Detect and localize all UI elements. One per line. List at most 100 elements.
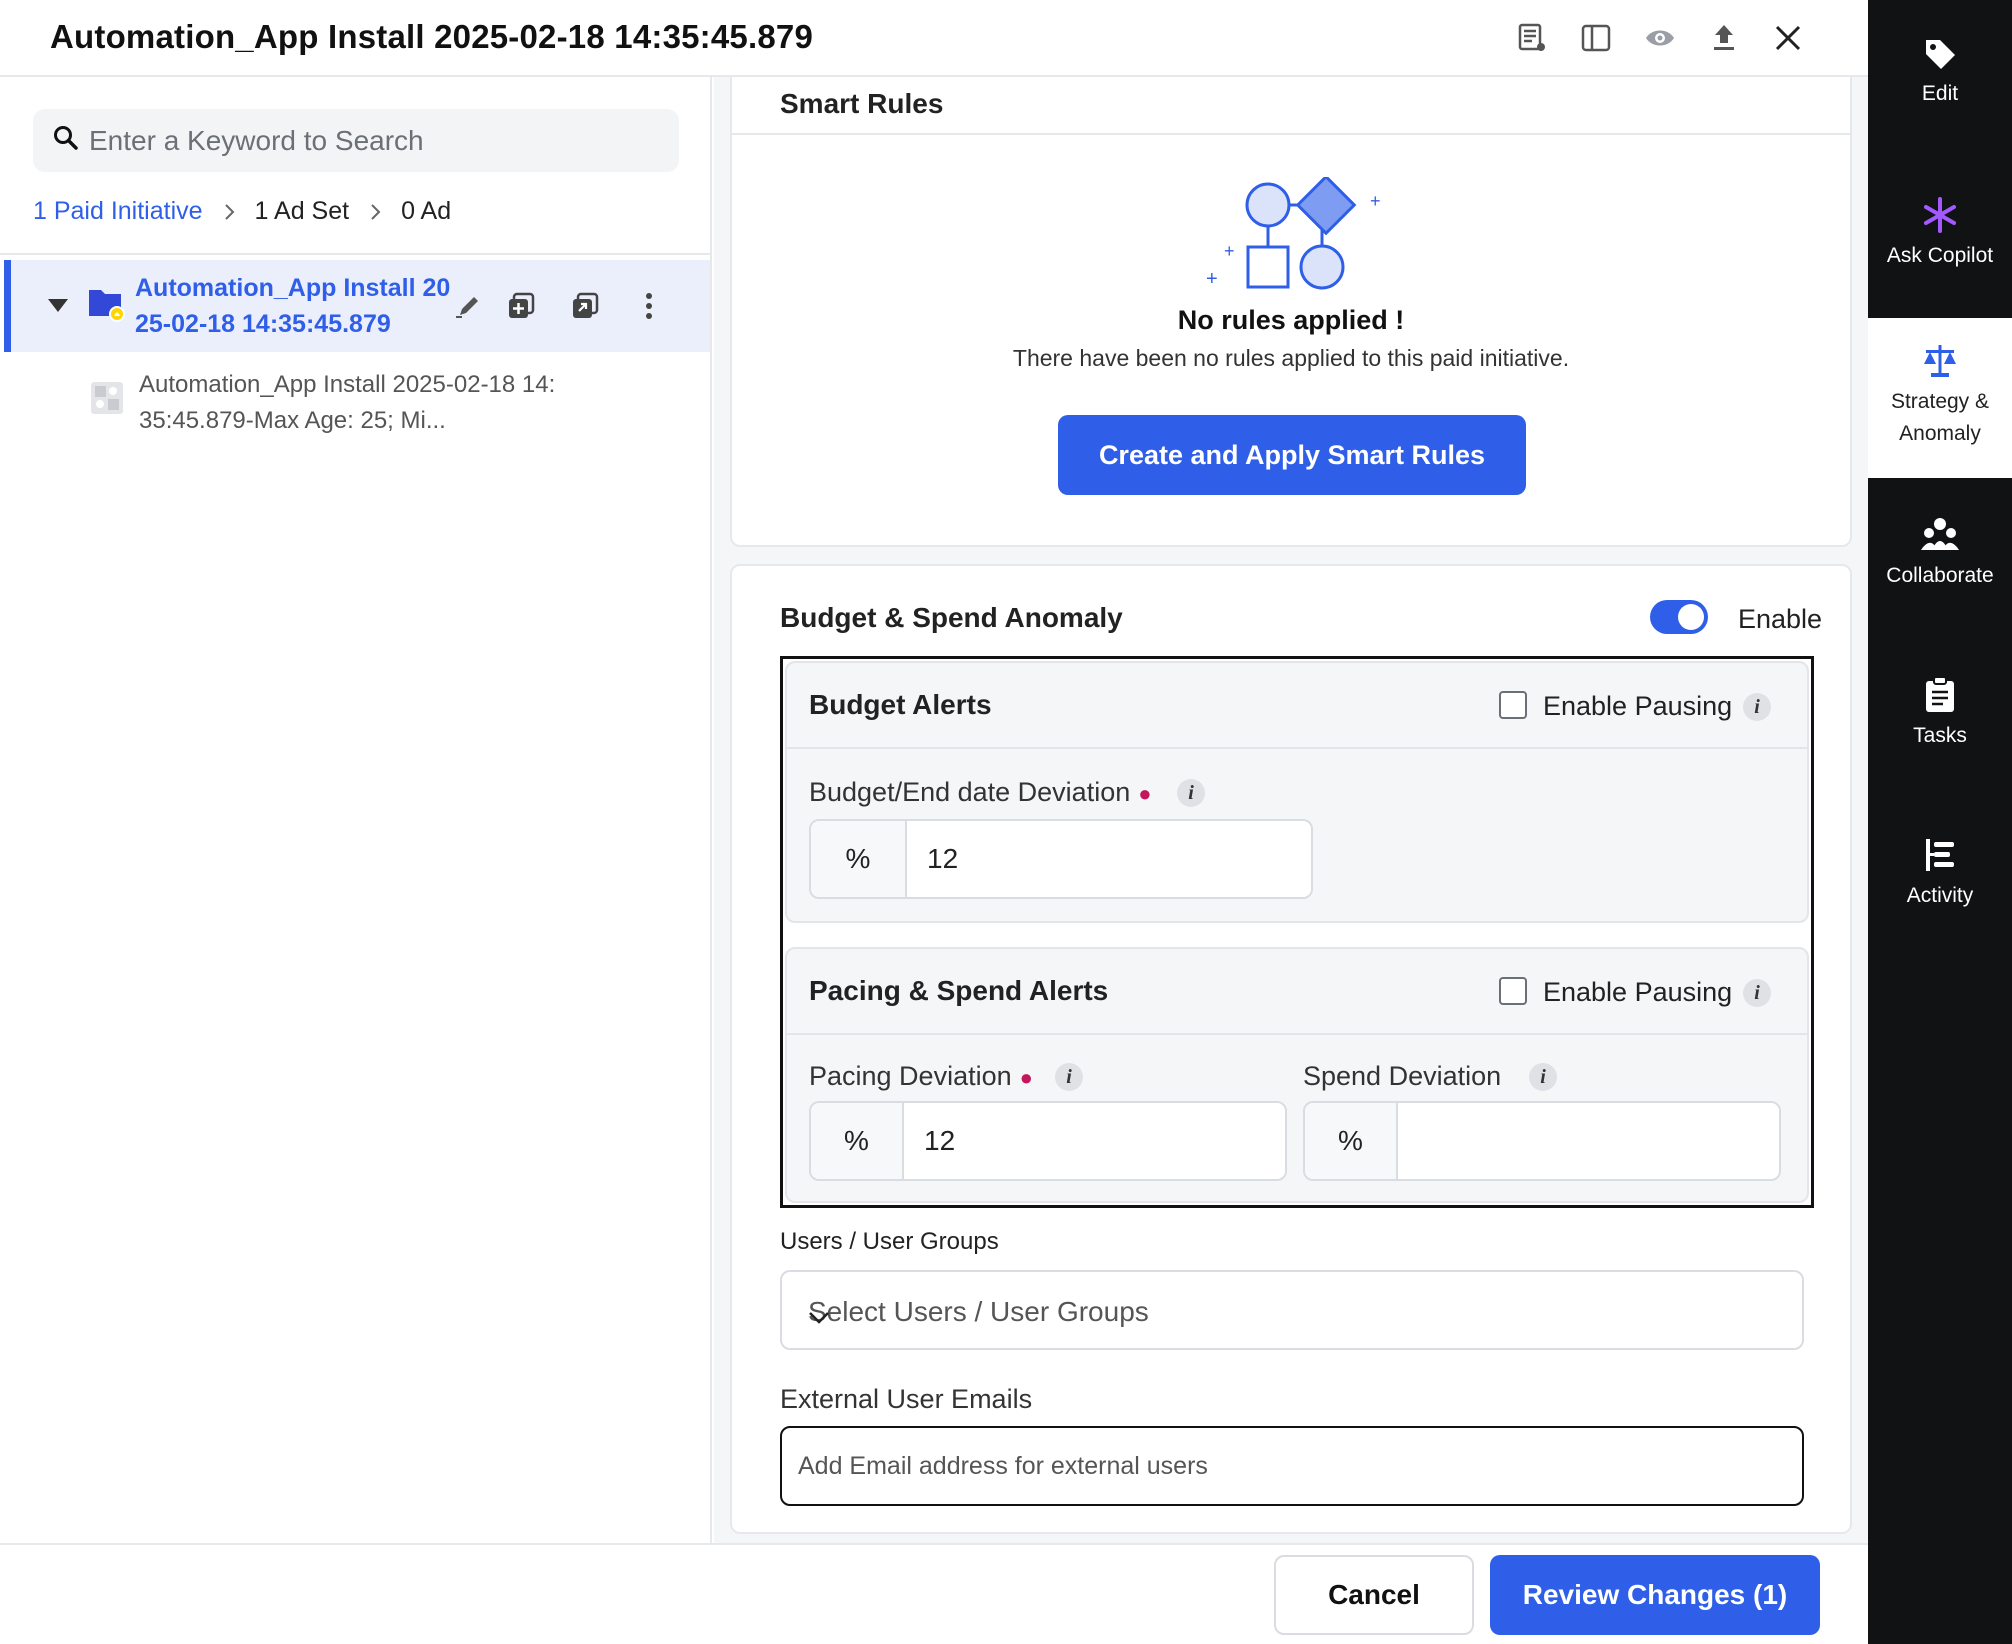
- rail-label-activity: Activity: [1906, 884, 1974, 907]
- pacing-deviation-input[interactable]: [904, 1103, 1285, 1179]
- footer-bar: Cancel Review Changes (1): [0, 1543, 1868, 1644]
- review-changes-button[interactable]: Review Changes (1): [1490, 1555, 1820, 1635]
- more-vertical-icon[interactable]: [631, 288, 667, 324]
- rail-label-tasks: Tasks: [1913, 724, 1967, 747]
- rail-item-edit[interactable]: Edit: [1868, 36, 2012, 126]
- smart-rules-card: Smart Rules + + + No rules applied ! The…: [730, 77, 1852, 547]
- add-copy-icon[interactable]: [503, 288, 539, 324]
- rail-item-tasks[interactable]: Tasks: [1868, 676, 2012, 766]
- rail-label-anomaly: Anomaly: [1899, 422, 1981, 445]
- duplicate-link-icon[interactable]: [567, 288, 603, 324]
- spend-deviation-field: %: [1303, 1101, 1781, 1181]
- caret-down-icon[interactable]: [47, 298, 69, 319]
- budget-enable-pausing-label[interactable]: Enable Pausing: [1543, 691, 1732, 722]
- pacing-deviation-label-text: Pacing Deviation: [809, 1061, 1012, 1091]
- activity-icon: [1868, 836, 2012, 874]
- external-emails-input[interactable]: [782, 1428, 1802, 1504]
- alerts-box: Budget Alerts Enable Pausing i Budget/En…: [780, 656, 1814, 1208]
- budget-deviation-field: %: [809, 819, 1313, 899]
- svg-text:+: +: [1206, 268, 1218, 290]
- chevron-down-icon: [808, 1300, 1780, 1332]
- info-icon[interactable]: i: [1055, 1063, 1083, 1091]
- adset-label[interactable]: Automation_App Install 2025-02-18 14:35:…: [139, 367, 559, 439]
- budget-enable-pausing-checkbox[interactable]: [1499, 691, 1527, 719]
- required-dot: ●: [1138, 781, 1152, 806]
- main-content: Smart Rules + + + No rules applied ! The…: [714, 77, 1868, 1543]
- breadcrumb-initiative[interactable]: 1 Paid Initiative: [33, 197, 203, 226]
- tree-item-adset[interactable]: Automation_App Install 2025-02-18 14:35:…: [85, 367, 685, 447]
- sparkle-icon: [1868, 196, 2012, 234]
- info-icon[interactable]: i: [1743, 693, 1771, 721]
- external-emails-field: [780, 1426, 1804, 1506]
- tree-item-initiative[interactable]: Automation_App Install 2025-02-18 14:35:…: [4, 260, 710, 352]
- create-smart-rules-button[interactable]: Create and Apply Smart Rules: [1058, 415, 1526, 495]
- smart-rules-title: Smart Rules: [780, 88, 944, 119]
- anomaly-title: Budget & Spend Anomaly: [780, 602, 1123, 633]
- toggle-label: Enable: [1738, 604, 1823, 634]
- budget-alerts-title: Budget Alerts: [809, 689, 992, 720]
- header-bar: Automation_App Install 2025-02-18 14:35:…: [0, 0, 1868, 77]
- percent-unit: %: [1305, 1103, 1398, 1179]
- people-icon: [1868, 516, 2012, 554]
- edit-pencil-icon[interactable]: [451, 288, 487, 324]
- pacing-deviation-label: Pacing Deviation ●: [809, 1061, 1033, 1092]
- tree-item-label[interactable]: Automation_App Install 2025-02-18 14:35:…: [135, 270, 455, 342]
- scale-icon: [1868, 342, 2012, 380]
- pacing-enable-pausing-label[interactable]: Enable Pausing: [1543, 977, 1732, 1008]
- budget-alerts-section: Budget Alerts Enable Pausing i Budget/En…: [785, 661, 1809, 923]
- eye-icon[interactable]: [1640, 18, 1680, 58]
- cancel-button[interactable]: Cancel: [1274, 1555, 1474, 1635]
- pacing-alerts-header: Pacing & Spend Alerts Enable Pausing i: [787, 949, 1807, 1035]
- breadcrumb-ad[interactable]: 0 Ad: [401, 197, 451, 226]
- search-input[interactable]: [89, 124, 649, 157]
- breadcrumb: 1 Paid Initiative 1 Ad Set 0 Ad: [33, 197, 451, 226]
- list-settings-icon[interactable]: [1512, 18, 1552, 58]
- pacing-enable-pausing-checkbox[interactable]: [1499, 977, 1527, 1005]
- right-rail: Edit Ask Copilot Strategy & Anomaly Coll…: [1868, 0, 2012, 1644]
- budget-deviation-label-text: Budget/End date Deviation: [809, 777, 1131, 807]
- divider: [0, 253, 710, 255]
- users-groups-select[interactable]: Select Users / User Groups: [780, 1270, 1804, 1350]
- anomaly-card: Budget & Spend Anomaly Enable Budget Ale…: [730, 564, 1852, 1534]
- anomaly-enable-toggle[interactable]: [1650, 600, 1708, 634]
- search-box: [33, 109, 679, 172]
- spend-deviation-input[interactable]: [1398, 1103, 1779, 1179]
- info-icon[interactable]: i: [1529, 1063, 1557, 1091]
- budget-deviation-label: Budget/End date Deviation ●: [809, 777, 1152, 808]
- percent-unit: %: [811, 821, 907, 897]
- close-icon[interactable]: [1768, 18, 1808, 58]
- rail-item-activity[interactable]: Activity: [1868, 836, 2012, 926]
- pacing-deviation-field: %: [809, 1101, 1287, 1181]
- clipboard-icon: [1868, 676, 2012, 714]
- users-groups-label: Users / User Groups: [780, 1228, 999, 1255]
- page-title: Automation_App Install 2025-02-18 14:35:…: [50, 18, 813, 55]
- chevron-right-icon: [369, 203, 381, 221]
- chevron-right-icon: [223, 203, 235, 221]
- external-emails-label: External User Emails: [780, 1384, 1033, 1414]
- adset-icon: [90, 381, 124, 420]
- folder-icon: [87, 286, 127, 327]
- pacing-alerts-section: Pacing & Spend Alerts Enable Pausing i P…: [785, 947, 1809, 1203]
- info-icon[interactable]: i: [1177, 779, 1205, 807]
- rail-item-collaborate[interactable]: Collaborate: [1868, 516, 2012, 606]
- rail-label-ask-copilot: Ask Copilot: [1886, 244, 1994, 267]
- split-view-icon[interactable]: [1576, 18, 1616, 58]
- rail-label-strategy: Strategy &: [1890, 390, 1990, 413]
- tag-icon: [1868, 36, 2012, 72]
- empty-state-title: No rules applied !: [1177, 305, 1405, 335]
- percent-unit: %: [811, 1103, 904, 1179]
- hierarchy-panel: 1 Paid Initiative 1 Ad Set 0 Ad Automati…: [0, 77, 712, 1543]
- rail-item-ask-copilot[interactable]: Ask Copilot: [1868, 196, 2012, 286]
- rail-item-strategy-anomaly[interactable]: Strategy & Anomaly: [1868, 318, 2012, 478]
- upload-icon[interactable]: [1704, 18, 1744, 58]
- breadcrumb-adset[interactable]: 1 Ad Set: [255, 197, 350, 226]
- rail-label-edit: Edit: [1921, 82, 1959, 105]
- info-icon[interactable]: i: [1743, 979, 1771, 1007]
- smart-rules-header: Smart Rules: [732, 77, 1850, 135]
- rail-label-collaborate: Collaborate: [1886, 564, 1994, 587]
- search-icon: [53, 125, 79, 156]
- rules-flow-illustration-icon: + + +: [1198, 174, 1398, 312]
- pacing-alerts-title: Pacing & Spend Alerts: [809, 975, 1109, 1006]
- budget-deviation-input[interactable]: [907, 821, 1311, 897]
- svg-text:+: +: [1224, 241, 1235, 261]
